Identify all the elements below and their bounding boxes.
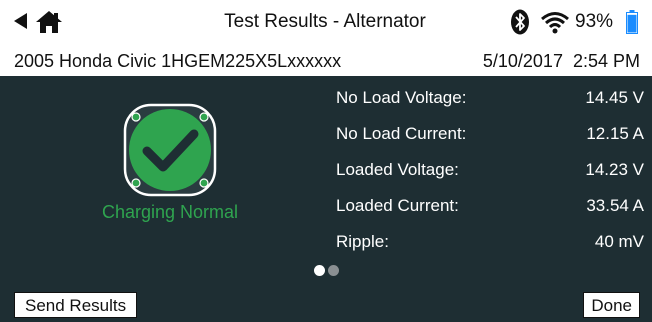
page-indicator[interactable] (312, 265, 342, 277)
reading-value: 14.23 V (585, 160, 644, 179)
reading-row: No Load Voltage: 14.45 V (336, 80, 644, 116)
reading-label: Loaded Voltage: (336, 160, 459, 179)
reading-row: Loaded Current: 33.54 A (336, 188, 644, 224)
done-button[interactable]: Done (583, 292, 640, 318)
reading-row: Ripple: 40 mV (336, 224, 644, 260)
reading-label: No Load Current: (336, 124, 467, 143)
send-results-button[interactable]: Send Results (14, 292, 138, 318)
reading-row: No Load Current: 12.15 A (336, 116, 644, 152)
vehicle-info-row: 2005 Honda Civic 1HGEM225X5Lxxxxxx 5/10/… (0, 46, 652, 76)
vehicle-description: 2005 Honda Civic 1HGEM225X5Lxxxxxx (14, 51, 342, 71)
reading-label: Ripple: (336, 232, 389, 251)
reading-value: 33.54 A (586, 196, 644, 215)
wifi-icon (541, 12, 569, 34)
results-panel: Charging Normal No Load Voltage: 14.45 V… (0, 76, 652, 322)
screen: Test Results - Alternator 93% 2005 Honda… (0, 0, 652, 322)
page-dot-inactive[interactable] (328, 265, 339, 276)
page-title: Test Results - Alternator (224, 11, 426, 32)
battery-percent: 93% (575, 11, 614, 32)
reading-label: Loaded Current: (336, 196, 459, 215)
battery-icon (626, 10, 638, 34)
reading-value: 12.15 A (586, 124, 644, 143)
back-arrow-icon[interactable] (14, 13, 27, 29)
header-bar: Test Results - Alternator 93% (0, 0, 652, 44)
check-badge-icon (123, 103, 217, 197)
readings-list: No Load Voltage: 14.45 V No Load Current… (336, 80, 644, 260)
reading-value: 40 mV (594, 232, 644, 251)
home-icon[interactable] (34, 9, 64, 35)
test-datetime: 5/10/2017 2:54 PM (482, 51, 640, 71)
page-dot-active[interactable] (314, 265, 325, 276)
status-text: Charging Normal (101, 202, 239, 222)
bluetooth-icon (511, 9, 529, 35)
reading-value: 14.45 V (585, 88, 644, 107)
reading-label: No Load Voltage: (336, 88, 467, 107)
reading-row: Loaded Voltage: 14.23 V (336, 152, 644, 188)
